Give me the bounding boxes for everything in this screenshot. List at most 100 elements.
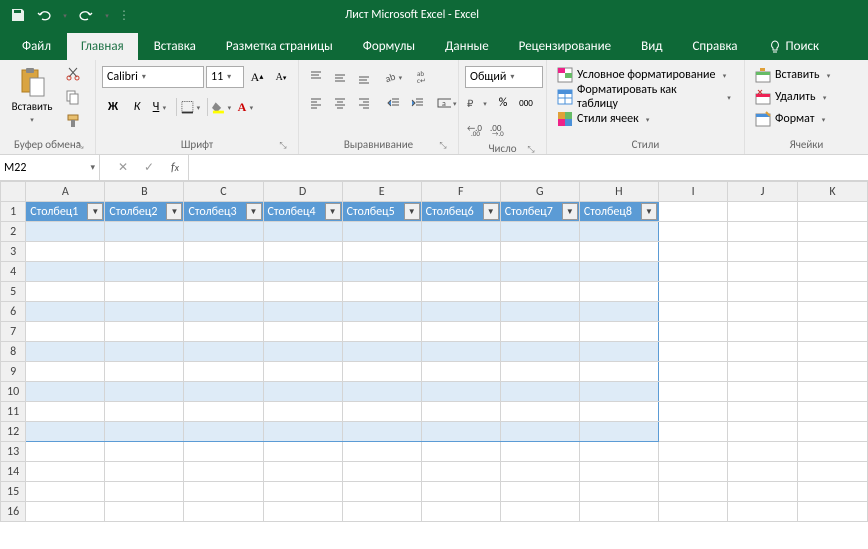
cell[interactable] [500, 502, 579, 522]
cell[interactable] [728, 462, 798, 482]
comma-button[interactable]: 000 [515, 92, 537, 114]
cell[interactable] [797, 462, 867, 482]
cell[interactable] [797, 262, 867, 282]
cell[interactable] [728, 382, 798, 402]
bold-button[interactable]: Ж [102, 96, 124, 118]
merge-center-button[interactable]: a▾ [437, 92, 459, 114]
table-header-cell[interactable]: Столбец5▼ [342, 202, 421, 222]
cell[interactable] [263, 322, 342, 342]
cell[interactable] [342, 362, 421, 382]
cell[interactable] [105, 502, 184, 522]
cell[interactable] [105, 242, 184, 262]
cell[interactable] [421, 502, 500, 522]
cell[interactable] [342, 422, 421, 442]
cell[interactable] [342, 442, 421, 462]
cell[interactable] [263, 242, 342, 262]
cell[interactable] [263, 262, 342, 282]
cell[interactable] [658, 242, 727, 262]
increase-indent-button[interactable] [407, 92, 429, 114]
tab-review[interactable]: Рецензирование [505, 33, 625, 60]
cell[interactable] [26, 422, 105, 442]
cell[interactable] [263, 362, 342, 382]
italic-button[interactable]: К [126, 96, 148, 118]
cell[interactable] [728, 302, 798, 322]
cell-styles-button[interactable]: Стили ячеек▾ [553, 108, 657, 130]
insert-cells-button[interactable]: Вставить▾ [751, 64, 838, 86]
cell[interactable] [105, 222, 184, 242]
cut-button[interactable] [62, 62, 84, 84]
tab-data[interactable]: Данные [431, 33, 503, 60]
cell[interactable] [421, 462, 500, 482]
increase-decimal-button[interactable]: ←.0.00 [465, 118, 487, 140]
cell[interactable] [263, 502, 342, 522]
cell[interactable] [184, 382, 263, 402]
cell[interactable] [26, 262, 105, 282]
tab-file[interactable]: Файл [8, 33, 65, 60]
cell[interactable] [658, 502, 727, 522]
table-header-cell[interactable]: Столбец8▼ [579, 202, 658, 222]
cell[interactable] [263, 222, 342, 242]
name-box-dropdown-icon[interactable]: ▾ [90, 162, 95, 173]
column-header[interactable]: K [797, 182, 867, 202]
enter-formula-button[interactable]: ✓ [136, 155, 162, 180]
cell[interactable] [579, 462, 658, 482]
cell[interactable] [579, 342, 658, 362]
cell[interactable] [105, 382, 184, 402]
cell[interactable] [797, 502, 867, 522]
column-header[interactable]: J [728, 182, 798, 202]
format-cells-button[interactable]: Формат▾ [751, 108, 832, 130]
cell[interactable] [184, 342, 263, 362]
cell[interactable] [342, 342, 421, 362]
insert-function-button[interactable]: fx [162, 155, 188, 180]
filter-dropdown-icon[interactable]: ▼ [166, 203, 182, 220]
align-bottom-button[interactable] [353, 66, 375, 88]
cell[interactable] [658, 362, 727, 382]
filter-dropdown-icon[interactable]: ▼ [562, 203, 578, 220]
filter-dropdown-icon[interactable]: ▼ [246, 203, 262, 220]
underline-button[interactable]: Ч▾ [150, 96, 172, 118]
number-format-select[interactable]: Общий▾ [465, 66, 543, 88]
cell[interactable] [797, 222, 867, 242]
paste-button[interactable]: Вставить ▾ [6, 62, 58, 124]
cell[interactable] [579, 242, 658, 262]
tab-insert[interactable]: Вставка [140, 33, 210, 60]
cell[interactable] [105, 442, 184, 462]
select-all-corner[interactable] [1, 182, 26, 202]
cell[interactable] [579, 442, 658, 462]
cell[interactable] [658, 442, 727, 462]
cell[interactable] [658, 222, 727, 242]
cell[interactable] [26, 362, 105, 382]
column-header[interactable]: F [421, 182, 500, 202]
cell[interactable] [579, 382, 658, 402]
cell[interactable] [263, 282, 342, 302]
cell[interactable] [728, 322, 798, 342]
row-header[interactable]: 12 [1, 422, 26, 442]
cell[interactable] [728, 362, 798, 382]
filter-dropdown-icon[interactable]: ▼ [325, 203, 341, 220]
cell[interactable] [579, 282, 658, 302]
name-box-input[interactable] [4, 161, 74, 175]
cell[interactable] [797, 422, 867, 442]
cell[interactable] [342, 282, 421, 302]
cell[interactable] [579, 362, 658, 382]
column-header[interactable]: B [105, 182, 184, 202]
orientation-button[interactable]: ab▾ [383, 66, 405, 88]
cell[interactable] [421, 302, 500, 322]
alignment-launcher-icon[interactable]: ⤡ [436, 138, 450, 152]
cell[interactable] [797, 282, 867, 302]
cell[interactable] [658, 342, 727, 362]
filter-dropdown-icon[interactable]: ▼ [87, 203, 103, 220]
cancel-formula-button[interactable]: ✕ [110, 155, 136, 180]
cell[interactable] [105, 342, 184, 362]
cell[interactable] [728, 482, 798, 502]
tab-page-layout[interactable]: Разметка страницы [212, 33, 347, 60]
cell[interactable] [342, 502, 421, 522]
cell[interactable] [728, 202, 798, 222]
table-header-cell[interactable]: Столбец3▼ [184, 202, 263, 222]
cell[interactable] [26, 302, 105, 322]
row-header[interactable]: 2 [1, 222, 26, 242]
row-header[interactable]: 6 [1, 302, 26, 322]
cell[interactable] [105, 482, 184, 502]
cell[interactable] [26, 402, 105, 422]
column-header[interactable]: A [26, 182, 105, 202]
